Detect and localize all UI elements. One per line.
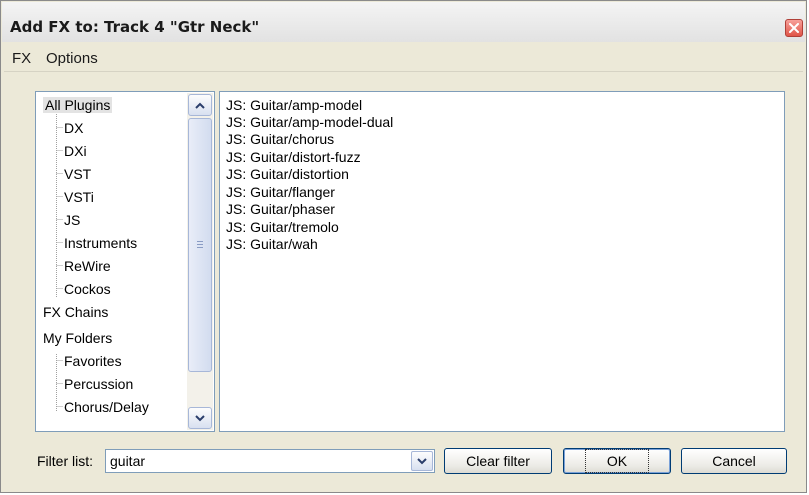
scroll-up-button[interactable] xyxy=(188,94,212,116)
tree-item-all-plugins[interactable]: All Plugins xyxy=(43,96,113,114)
tree-scrollbar[interactable] xyxy=(187,93,213,430)
close-button[interactable] xyxy=(785,19,803,37)
cancel-button[interactable]: Cancel xyxy=(681,448,787,474)
filter-label: Filter list: xyxy=(37,453,93,469)
fx-list-item[interactable]: JS: Guitar/chorus xyxy=(226,130,334,148)
chevron-down-icon xyxy=(417,457,427,464)
menu-options[interactable]: Options xyxy=(46,50,98,67)
tree-item-percussion[interactable]: Percussion xyxy=(64,375,133,393)
tree-item-fx-chains[interactable]: FX Chains xyxy=(43,303,108,321)
tree-item-vsti[interactable]: VSTi xyxy=(64,188,94,206)
ok-button-label: OK xyxy=(584,449,650,473)
tree-item-dxi[interactable]: DXi xyxy=(64,142,87,160)
fx-list-item[interactable]: JS: Guitar/amp-model xyxy=(226,96,362,114)
chevron-up-icon xyxy=(195,102,205,109)
tree-item-favorites[interactable]: Favorites xyxy=(64,352,122,370)
chevron-down-icon xyxy=(195,414,205,421)
tree-item-my-folders[interactable]: My Folders xyxy=(43,329,112,347)
tree-item-instruments[interactable]: Instruments xyxy=(64,234,137,252)
scroll-down-button[interactable] xyxy=(188,407,212,429)
fx-list-item[interactable]: JS: Guitar/tremolo xyxy=(226,218,339,236)
add-fx-dialog: Add FX to: Track 4 "Gtr Neck" FX Options… xyxy=(0,0,807,493)
window-title: Add FX to: Track 4 "Gtr Neck" xyxy=(10,18,260,36)
tree-item-dx[interactable]: DX xyxy=(64,119,83,137)
tree-item-js[interactable]: JS xyxy=(64,211,80,229)
tree-item-chorus-delay[interactable]: Chorus/Delay xyxy=(64,398,149,416)
fx-list-item[interactable]: JS: Guitar/distortion xyxy=(226,165,349,183)
fx-list-item[interactable]: JS: Guitar/phaser xyxy=(226,200,335,218)
filter-combobox[interactable] xyxy=(105,449,435,473)
filter-input[interactable] xyxy=(106,450,406,472)
grip-icon xyxy=(197,241,203,248)
tree-item-vst[interactable]: VST xyxy=(64,165,91,183)
tree-item-rewire[interactable]: ReWire xyxy=(64,257,111,275)
plugin-folder-tree[interactable]: All Plugins DX DXi VST VSTi JS Instrumen… xyxy=(35,91,215,432)
scroll-thumb[interactable] xyxy=(188,118,212,372)
menu-fx[interactable]: FX xyxy=(12,50,31,67)
menu-bar: FX Options xyxy=(4,42,803,72)
fx-list-item[interactable]: JS: Guitar/distort-fuzz xyxy=(226,148,361,166)
fx-list-item[interactable]: JS: Guitar/amp-model-dual xyxy=(226,113,393,131)
clear-filter-button[interactable]: Clear filter xyxy=(444,448,552,474)
fx-list[interactable]: JS: Guitar/amp-model JS: Guitar/amp-mode… xyxy=(219,91,785,432)
close-icon xyxy=(789,23,799,33)
fx-list-item[interactable]: JS: Guitar/flanger xyxy=(226,183,335,201)
fx-list-item[interactable]: JS: Guitar/wah xyxy=(226,235,318,253)
title-bar[interactable]: Add FX to: Track 4 "Gtr Neck" xyxy=(2,2,805,42)
ok-button[interactable]: OK xyxy=(563,448,671,474)
filter-dropdown-button[interactable] xyxy=(411,451,433,471)
tree-item-cockos[interactable]: Cockos xyxy=(64,280,111,298)
